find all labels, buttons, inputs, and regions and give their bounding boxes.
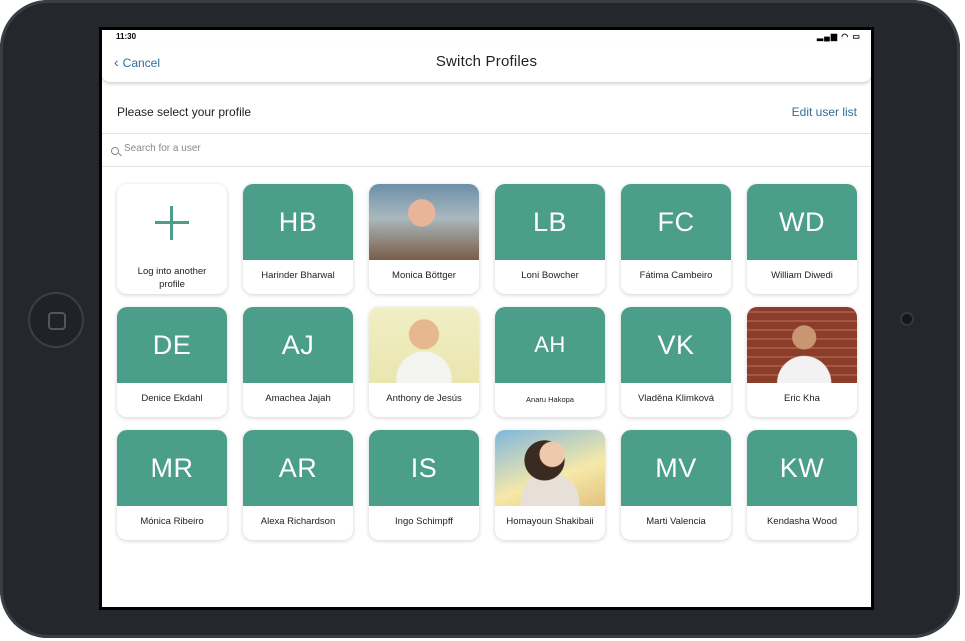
profile-grid: Log into another profile HB Harinder Bhar… (102, 168, 871, 607)
profile-name: Anthony de Jesús (386, 393, 462, 404)
search-icon (111, 147, 119, 155)
profile-name: Mónica Ribeiro (140, 516, 204, 527)
profile-card[interactable]: DE Denice Ekdahl (117, 307, 227, 417)
profile-initials: IS (369, 430, 479, 506)
profile-name: Anaru Hakopa (526, 395, 574, 404)
home-button[interactable] (28, 292, 84, 348)
profile-name: Fátima Cambeiro (639, 270, 713, 281)
status-bar: 11:30 ▂▄▆ ◠ ▭ (102, 30, 871, 44)
profile-card[interactable]: Homayoun Shakibaii (495, 430, 605, 540)
profile-card[interactable]: HB Harinder Bharwal (243, 184, 353, 294)
status-indicators: ▂▄▆ ◠ ▭ (817, 32, 861, 41)
profile-card[interactable]: KW Kendasha Wood (747, 430, 857, 540)
profile-initials: KW (747, 430, 857, 506)
search-bar (102, 135, 871, 167)
profile-card[interactable]: MR Mónica Ribeiro (117, 430, 227, 540)
profile-name: Kendasha Wood (766, 516, 838, 527)
profile-card[interactable]: Eric Kha (747, 307, 857, 417)
profile-card[interactable]: AR Alexa Richardson (243, 430, 353, 540)
profile-initials: WD (747, 184, 857, 260)
search-input[interactable] (124, 143, 424, 154)
profile-photo (495, 430, 605, 506)
profile-card[interactable]: AJ Amachea Jajah (243, 307, 353, 417)
profile-card[interactable]: Anthony de Jesús (369, 307, 479, 417)
profile-card[interactable]: FC Fátima Cambeiro (621, 184, 731, 294)
profile-name: Marti Valencia (646, 516, 706, 527)
profile-initials: AR (243, 430, 353, 506)
plus-icon (155, 206, 189, 240)
profile-name: Harinder Bharwal (261, 270, 335, 281)
profile-name: Vladěna Klimková (637, 393, 715, 404)
profile-card[interactable]: WD William Diwedi (747, 184, 857, 294)
profile-initials: MV (621, 430, 731, 506)
profile-card[interactable]: LB Loni Bowcher (495, 184, 605, 294)
camera-icon (900, 312, 914, 326)
profile-card[interactable]: Monica Böttger (369, 184, 479, 294)
profile-card[interactable]: AH Anaru Hakopa (495, 307, 605, 417)
profile-name: Denice Ekdahl (141, 393, 203, 404)
profile-initials: AJ (243, 307, 353, 383)
profile-initials: DE (117, 307, 227, 383)
home-square-icon (48, 312, 66, 330)
profile-photo (747, 307, 857, 383)
profile-name: Amachea Jajah (265, 393, 331, 404)
profile-card[interactable]: VK Vladěna Klimková (621, 307, 731, 417)
screen: 11:30 ▂▄▆ ◠ ▭ ‹ Cancel Switch Profiles Pl… (99, 27, 874, 610)
profile-name: Alexa Richardson (260, 516, 336, 527)
profile-name: Eric Kha (784, 393, 820, 404)
edit-user-list-link[interactable]: Edit user list (792, 105, 857, 119)
add-profile-card[interactable]: Log into another profile (117, 184, 227, 294)
add-profile-label: Log into another profile (137, 266, 207, 290)
page-title: Switch Profiles (435, 53, 538, 70)
profile-name: Monica Böttger (392, 270, 456, 281)
tablet-frame: 11:30 ▂▄▆ ◠ ▭ ‹ Cancel Switch Profiles Pl… (0, 0, 960, 638)
profile-name: Ingo Schimpff (395, 516, 453, 527)
profile-initials: FC (621, 184, 731, 260)
profile-initials: VK (621, 307, 731, 383)
profile-initials: LB (495, 184, 605, 260)
select-profile-row: Please select your profile Edit user lis… (102, 90, 871, 134)
profile-name: Loni Bowcher (521, 270, 579, 281)
profile-initials: AH (495, 307, 605, 383)
navigation-bar: ‹ Cancel Switch Profiles (102, 44, 871, 82)
profile-photo (369, 184, 479, 260)
status-time: 11:30 (116, 32, 137, 41)
profile-name: Homayoun Shakibaii (506, 516, 594, 527)
profile-card[interactable]: MV Marti Valencia (621, 430, 731, 540)
profile-photo (369, 307, 479, 383)
profile-card[interactable]: IS Ingo Schimpff (369, 430, 479, 540)
app-screen: 11:30 ▂▄▆ ◠ ▭ ‹ Cancel Switch Profiles Pl… (102, 30, 871, 607)
select-profile-label: Please select your profile (117, 105, 252, 119)
profile-initials: MR (117, 430, 227, 506)
profile-name: William Diwedi (771, 270, 833, 281)
profile-initials: HB (243, 184, 353, 260)
